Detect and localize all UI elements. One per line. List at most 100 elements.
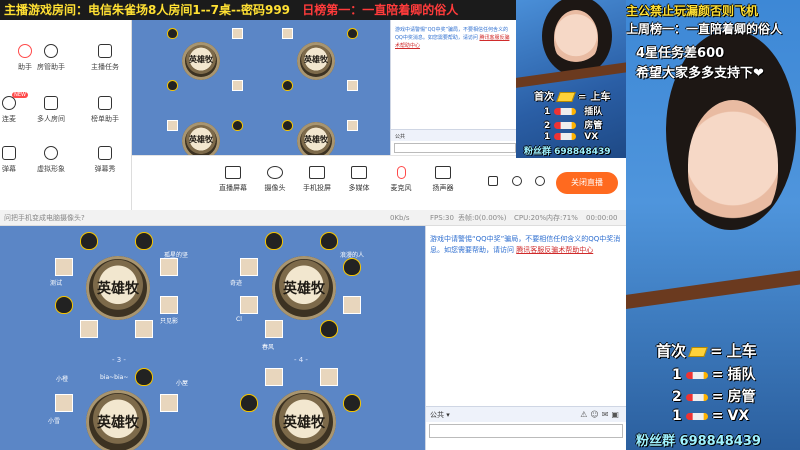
notice-line-4: 希望大家多多支持下❤ bbox=[636, 66, 764, 81]
player-seat[interactable] bbox=[347, 120, 358, 131]
preview-chat-input[interactable] bbox=[394, 143, 516, 153]
player-seat[interactable] bbox=[240, 296, 258, 314]
player-seat[interactable] bbox=[167, 80, 178, 91]
player-seat[interactable] bbox=[343, 394, 361, 412]
preview-eye-icon[interactable] bbox=[512, 176, 522, 186]
chat-warning-message: 游戏中请警惕“QQ中奖”骗局，不要相信任何含义的QQ中奖消息。如您需要帮助，请访… bbox=[426, 226, 626, 264]
toolbar-live-screen[interactable]: 直播屏幕 bbox=[210, 166, 256, 193]
player-seat[interactable] bbox=[232, 120, 243, 131]
toolbar-speaker[interactable]: 扬声器 bbox=[420, 166, 466, 193]
player-seat[interactable] bbox=[80, 320, 98, 338]
player-seat[interactable] bbox=[265, 368, 283, 386]
player-seat[interactable] bbox=[240, 258, 258, 276]
game-table[interactable]: 英雄牧 bbox=[272, 256, 336, 320]
table-logo: 英雄牧 bbox=[304, 134, 328, 144]
game-table[interactable]: 英雄牧 bbox=[182, 122, 220, 155]
player-name: 孤星的坚 bbox=[164, 252, 189, 259]
rail-image bbox=[626, 268, 800, 310]
player-seat[interactable] bbox=[240, 394, 258, 412]
player-seat[interactable] bbox=[55, 258, 73, 276]
tool-virtual-avatar[interactable]: 虚拟形象 bbox=[26, 146, 76, 174]
toolbar-phone-cast[interactable]: 手机投屏 bbox=[294, 166, 340, 193]
toolbar-label: 摄像头 bbox=[264, 184, 286, 192]
game-table[interactable]: 英雄牧 bbox=[182, 42, 220, 80]
game-table[interactable]: 英雄牧 bbox=[86, 256, 150, 320]
player-seat[interactable] bbox=[232, 28, 243, 39]
link-mic-icon bbox=[2, 96, 16, 110]
table-logo: 英雄牧 bbox=[189, 134, 213, 144]
player-seat[interactable] bbox=[282, 120, 293, 131]
status-drop: 丢帧:0(0.00%) bbox=[458, 214, 507, 222]
player-seat[interactable] bbox=[232, 80, 243, 91]
tool-multi-room[interactable]: 多人房间 bbox=[26, 96, 76, 124]
tool-danmaku-show[interactable]: 弹幕秀 bbox=[80, 146, 130, 174]
toolbar-media[interactable]: 多媒体 bbox=[336, 166, 382, 193]
rank-label: VX bbox=[584, 132, 599, 142]
player-seat[interactable] bbox=[320, 320, 338, 338]
game-table[interactable]: 英雄牧 bbox=[272, 390, 336, 450]
streamer-face-image bbox=[554, 10, 598, 66]
player-seat[interactable] bbox=[265, 320, 283, 338]
rank-count: 2 bbox=[544, 121, 551, 131]
chat-input[interactable] bbox=[429, 424, 623, 438]
player-seat[interactable] bbox=[135, 320, 153, 338]
table-logo: 英雄牧 bbox=[283, 415, 325, 431]
toolbar-microphone[interactable]: 麦克风 bbox=[378, 166, 424, 193]
notice-line-2: 上周榜一：一直陪着卿的俗人 bbox=[626, 22, 783, 36]
toolbar-camera[interactable]: 摄像头 bbox=[252, 166, 298, 193]
gold-bar-icon bbox=[556, 92, 576, 102]
tool-room-manager[interactable]: 房管助手 bbox=[26, 44, 76, 72]
player-seat[interactable] bbox=[80, 232, 98, 250]
player-seat[interactable] bbox=[265, 232, 283, 250]
player-seat[interactable] bbox=[135, 368, 153, 386]
chat-channel-select[interactable]: 公共 bbox=[430, 411, 444, 419]
game-table[interactable]: 英雄牧 bbox=[297, 42, 335, 80]
rocket-icon bbox=[685, 393, 708, 401]
player-seat[interactable] bbox=[347, 28, 358, 39]
player-seat[interactable] bbox=[160, 258, 178, 276]
tool-anchor-task[interactable]: 主播任务 bbox=[80, 44, 130, 72]
preview-chat-channel[interactable]: 公共 bbox=[391, 129, 518, 141]
notice-line-3: 4星任务差600 bbox=[636, 46, 725, 61]
player-seat[interactable] bbox=[347, 80, 358, 91]
player-seat[interactable] bbox=[55, 394, 73, 412]
tool-label: 榜单助手 bbox=[91, 115, 119, 123]
player-seat[interactable] bbox=[160, 394, 178, 412]
player-seat[interactable] bbox=[343, 296, 361, 314]
phone-cast-icon bbox=[309, 166, 325, 179]
table-logo: 英雄牧 bbox=[304, 54, 328, 64]
player-seat[interactable] bbox=[320, 232, 338, 250]
microphone-icon bbox=[396, 166, 406, 179]
toolbar-label: 多媒体 bbox=[348, 184, 370, 192]
game-table[interactable]: 英雄牧 bbox=[297, 122, 335, 155]
toolbar-label: 扬声器 bbox=[432, 184, 454, 192]
player-seat[interactable] bbox=[135, 232, 153, 250]
chat-tool-icons[interactable]: ⚠☺✉▣ bbox=[580, 410, 622, 419]
screen-root: 主播游戏房间：电信朱雀场8人房间1--7桌--密码999 日榜第一：一直陪着卿的… bbox=[0, 0, 800, 450]
preview-chat-message: 游戏中请警惕“QQ中奖”骗局，不要相信任何含义的QQ中奖消息。如您需要帮助，请访… bbox=[391, 20, 518, 56]
promo-overlay-large: 主公禁止玩漏颜否则飞机 上周榜一：一直陪着卿的俗人 4星任务差600 希望大家多… bbox=[626, 0, 800, 450]
settings-gear-icon[interactable] bbox=[535, 176, 545, 186]
record-icon[interactable] bbox=[488, 176, 498, 186]
tool-label: 虚拟形象 bbox=[37, 165, 65, 173]
player-seat[interactable] bbox=[282, 28, 293, 39]
player-seat[interactable] bbox=[55, 296, 73, 314]
game-table[interactable]: 英雄牧 bbox=[86, 390, 150, 450]
player-name: 只见影 bbox=[160, 318, 179, 325]
help-center-link[interactable]: 腾讯客服反骗术帮助中心 bbox=[516, 246, 593, 254]
promo-rank-row: 2 房管 bbox=[544, 118, 602, 131]
stop-live-button[interactable]: 关闭直播 bbox=[556, 172, 618, 194]
chevron-down-icon[interactable]: ▾ bbox=[446, 411, 450, 419]
first-time-text: 首次 bbox=[656, 342, 687, 360]
table-number: - 3 - bbox=[112, 356, 126, 364]
status-hint[interactable]: 问把手机变成电脑摄像头? bbox=[4, 210, 85, 226]
player-seat[interactable] bbox=[160, 296, 178, 314]
tool-rank-assistant[interactable]: 榜单助手 bbox=[80, 96, 130, 124]
player-seat[interactable] bbox=[167, 28, 178, 39]
chat-channel-bar: 公共 ▾ ⚠☺✉▣ bbox=[426, 406, 626, 422]
player-seat[interactable] bbox=[167, 120, 178, 131]
player-seat[interactable] bbox=[282, 80, 293, 91]
rocket-icon bbox=[685, 371, 708, 379]
player-seat[interactable] bbox=[343, 258, 361, 276]
player-seat[interactable] bbox=[320, 368, 338, 386]
